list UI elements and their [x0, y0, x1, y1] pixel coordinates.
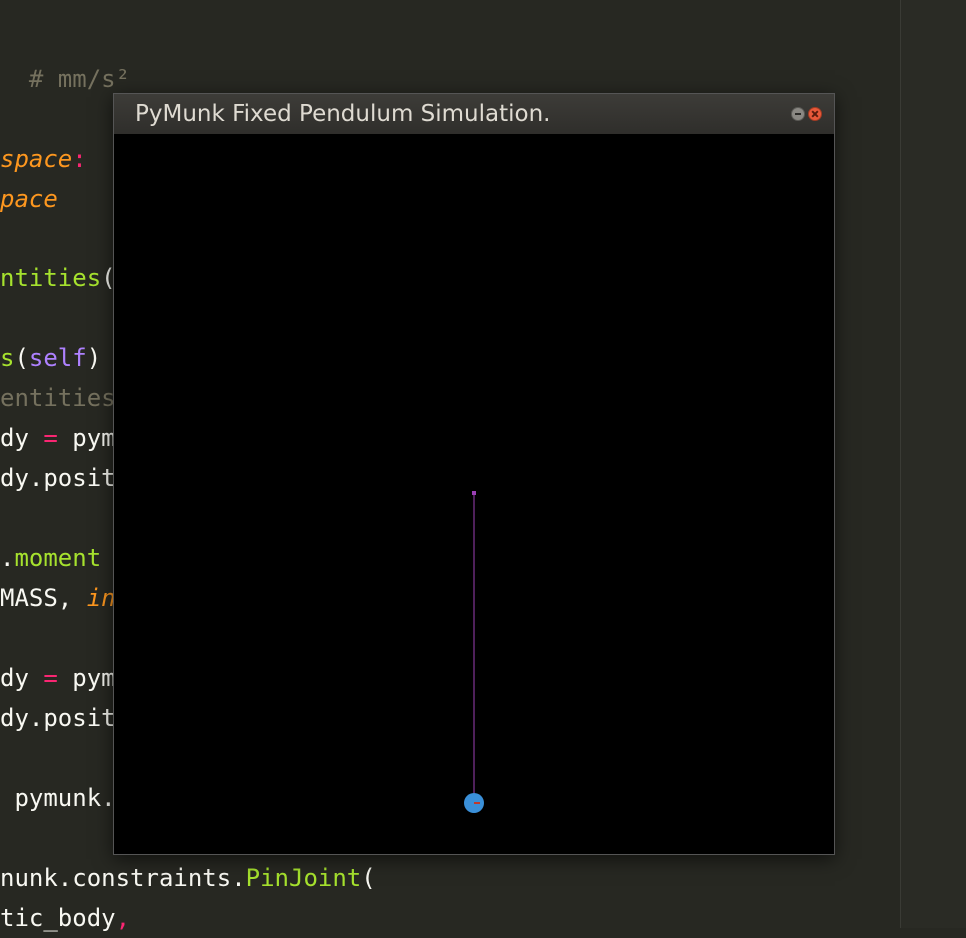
- code-line: pace: [0, 179, 58, 219]
- code-line: .moment: [0, 538, 101, 578]
- code-token: (: [361, 864, 376, 892]
- code-token: dy.posit: [0, 704, 116, 732]
- code-token: s: [0, 344, 15, 372]
- code-line: dy = pym: [0, 418, 116, 458]
- code-token: PinJoint: [245, 864, 362, 892]
- code-token: self: [28, 344, 87, 372]
- code-token: space: [0, 145, 73, 173]
- code-line: s(self): [0, 338, 101, 378]
- code-token: =: [43, 664, 58, 692]
- code-token: dy: [0, 424, 44, 452]
- code-line: # mm/s²: [0, 59, 130, 99]
- code-token: ): [86, 344, 102, 372]
- simulation-window[interactable]: PyMunk Fixed Pendulum Simulation.: [113, 93, 835, 855]
- code-token: =: [43, 424, 58, 452]
- code-token: :: [72, 145, 87, 173]
- pendulum-scene: [464, 491, 484, 813]
- code-line: MASS, in: [0, 578, 116, 618]
- code-token: moment: [14, 544, 102, 572]
- code-token: (: [14, 344, 29, 372]
- code-line: dy.posit: [0, 458, 116, 498]
- code-token: .: [0, 544, 15, 572]
- code-line: nunk.constraints.PinJoint(: [0, 858, 376, 898]
- code-line: ntities(: [0, 258, 116, 298]
- code-line: dy = pym: [0, 658, 116, 698]
- code-line: space:: [0, 139, 87, 179]
- code-line: tic_body,: [0, 898, 130, 938]
- code-token: ntities: [0, 264, 102, 292]
- code-token: pym: [57, 424, 116, 452]
- simulation-canvas[interactable]: [114, 134, 834, 854]
- code-token: pace: [0, 185, 58, 213]
- code-token: in: [86, 584, 116, 612]
- editor-right-gutter: [900, 0, 966, 928]
- code-token: dy: [0, 664, 44, 692]
- code-token: entities: [0, 384, 116, 412]
- close-button[interactable]: [808, 107, 822, 121]
- code-token: dy.posit: [0, 464, 116, 492]
- window-title: PyMunk Fixed Pendulum Simulation.: [135, 101, 551, 127]
- code-token: # mm/s²: [0, 65, 131, 93]
- code-line: entities: [0, 378, 116, 418]
- minimize-button[interactable]: [791, 107, 805, 121]
- code-token: ,: [57, 584, 87, 612]
- code-line: pymunk.: [0, 778, 116, 818]
- code-token: MASS: [0, 584, 58, 612]
- code-token: pym: [57, 664, 116, 692]
- code-token: pymunk.: [0, 784, 116, 812]
- code-token: nunk.constraints.: [0, 864, 246, 892]
- code-line: dy.posit: [0, 698, 116, 738]
- window-titlebar[interactable]: PyMunk Fixed Pendulum Simulation.: [114, 94, 834, 135]
